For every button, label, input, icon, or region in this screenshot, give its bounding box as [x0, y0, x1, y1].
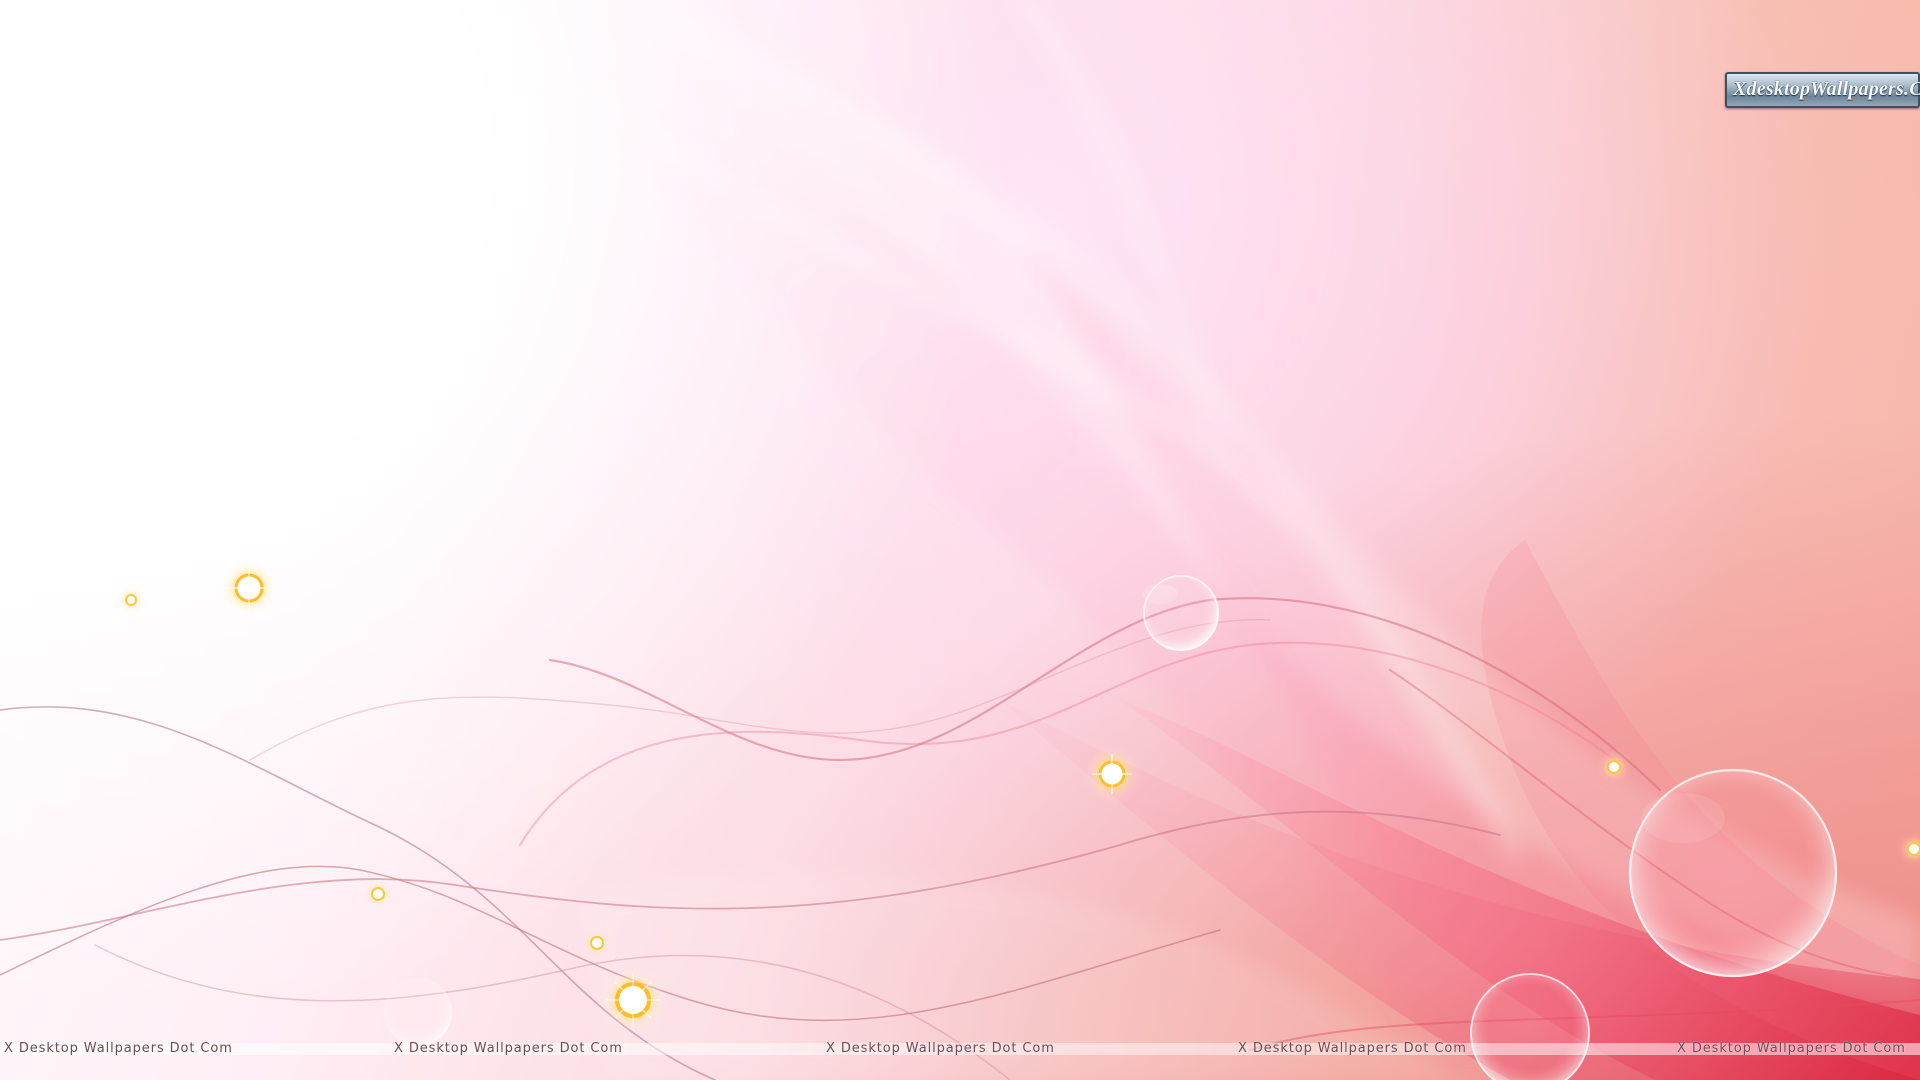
footer-watermark-text: X Desktop Wallpapers Dot Com: [1677, 1041, 1906, 1056]
footer-watermark-text: X Desktop Wallpapers Dot Com: [394, 1041, 623, 1056]
sparkle-edge-right: [1902, 837, 1920, 861]
sparkle-large-bottom: [603, 970, 663, 1030]
sparkle-large-left: [224, 563, 274, 613]
abstract-waves-and-bubbles: [0, 0, 1920, 1080]
sparkle-small-bottom-left: [367, 883, 389, 905]
site-logo-watermark: XdesktopWallpapers.Com: [1725, 72, 1920, 108]
footer-watermark-text: X Desktop Wallpapers Dot Com: [4, 1041, 233, 1056]
sparkle-medium-center: [1087, 749, 1137, 799]
footer-watermark-text: X Desktop Wallpapers Dot Com: [1238, 1041, 1467, 1056]
sparkle-small-right: [1602, 755, 1626, 779]
footer-watermark-text: X Desktop Wallpapers Dot Com: [826, 1041, 1055, 1056]
sparkle-small-left: [121, 590, 141, 610]
sparkle-small-bottom-center: [586, 932, 608, 954]
pink-abstract-wallpaper: XdesktopWallpapers.Com X Desktop Wallpap…: [0, 0, 1920, 1080]
